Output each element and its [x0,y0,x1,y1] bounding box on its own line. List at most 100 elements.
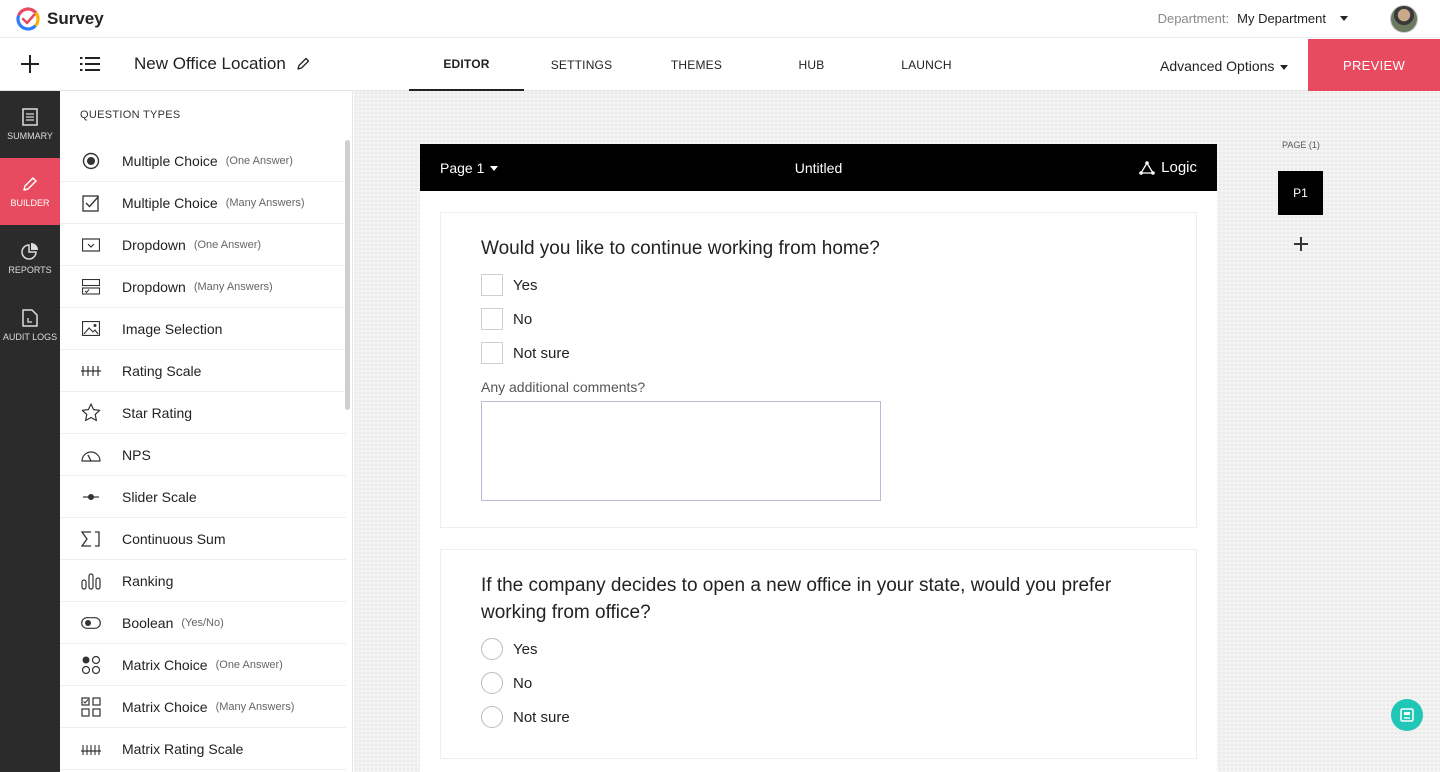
checkbox[interactable] [481,308,503,330]
chevron-down-icon [490,166,499,172]
rail-label: SUMMARY [7,131,53,141]
question-type-item[interactable]: Dropdown (One Answer) [60,224,346,266]
survey-page: Page 1 Untitled Logic Would you like to … [420,144,1217,772]
tab-themes[interactable]: THEMES [639,39,754,91]
question-type-item[interactable]: Matrix Choice (Many Answers) [60,686,346,728]
question-type-item[interactable]: NPS [60,434,346,476]
help-button[interactable] [1391,699,1423,731]
add-icon[interactable] [19,53,41,75]
radio-button[interactable] [481,638,503,660]
department-selector[interactable]: Department: My Department [1158,11,1348,26]
tab-launch[interactable]: LAUNCH [869,39,984,91]
comment-label: Any additional comments? [481,379,646,395]
advanced-options-dropdown[interactable]: Advanced Options [1160,58,1289,74]
question-type-sub: (Yes/No) [181,616,224,629]
question-card[interactable]: Would you like to continue working from … [440,212,1197,528]
rail-item-reports[interactable]: REPORTS [0,225,60,292]
logic-icon [1139,160,1155,175]
page-header: Page 1 Untitled Logic [420,144,1217,191]
app-logo-icon [16,7,40,31]
option-row[interactable]: Yes [481,268,1156,302]
question-type-item[interactable]: Rating Scale [60,350,346,392]
question-type-item[interactable]: Matrix Rating Scale [60,728,346,770]
tab-editor[interactable]: EDITOR [409,39,524,91]
question-type-item[interactable]: Star Rating [60,392,346,434]
rail-label: REPORTS [8,265,52,275]
app-name: Survey [47,9,104,28]
question-type-item[interactable]: Dropdown (Many Answers) [60,266,346,308]
question-type-item[interactable]: Continuous Sum [60,518,346,560]
chevron-down-icon [1280,64,1289,70]
edit-pencil-icon[interactable] [296,57,310,71]
radio-button[interactable] [481,706,503,728]
rail-label: BUILDER [10,198,50,208]
panel-scrollbar[interactable] [345,140,350,410]
question-types-panel: QUESTION TYPES Multiple Choice (One Answe… [60,91,353,772]
question-type-list: Multiple Choice (One Answer) Multiple Cho… [60,140,346,770]
page-title[interactable]: Untitled [420,160,1217,176]
option-row[interactable]: Not sure [481,336,1156,370]
tab-hub[interactable]: HUB [754,39,869,91]
ranking-bars-icon [80,570,102,592]
question-type-item[interactable]: Slider Scale [60,476,346,518]
tab-settings[interactable]: SETTINGS [524,39,639,91]
multi-dropdown-icon [80,276,102,298]
option-label: Not sure [513,708,570,726]
rail-item-builder[interactable]: BUILDER [0,158,60,225]
top-bar: Survey Department: My Department [0,0,1440,38]
matrix-rating-icon [80,738,102,760]
checkbox-checked-icon [80,192,102,214]
question-type-sub: (Many Answers) [193,280,273,293]
comment-textarea[interactable] [481,401,881,501]
app-brand[interactable]: Survey [16,7,104,31]
question-type-label: Dropdown [122,236,186,253]
question-type-item[interactable]: Image Selection [60,308,346,350]
question-type-label: Star Rating [122,404,193,421]
question-type-label: Ranking [122,572,174,589]
question-type-item[interactable]: Boolean (Yes/No) [60,602,346,644]
question-type-label: Multiple Choice [122,152,218,169]
question-text[interactable]: Would you like to continue working from … [481,235,1156,262]
checkbox[interactable] [481,274,503,296]
question-card[interactable]: If the company decides to open a new off… [440,549,1197,759]
pencil-icon [23,177,37,191]
question-type-sub: (One Answer) [215,658,283,671]
rail-item-summary[interactable]: SUMMARY [0,91,60,158]
list-icon[interactable] [80,56,100,72]
option-label: No [513,674,533,692]
option-row[interactable]: Not sure [481,700,1156,734]
page-thumbnail[interactable]: P1 [1278,171,1323,215]
rail-item-audit-logs[interactable]: AUDIT LOGS [0,292,60,359]
question-type-item[interactable]: Multiple Choice (Many Answers) [60,182,346,224]
rating-scale-icon [80,360,102,382]
page-selector[interactable]: Page 1 [440,159,499,176]
option-row[interactable]: Yes [481,632,1156,666]
option-row[interactable]: No [481,666,1156,700]
matrix-radio-icon [80,654,102,676]
dropdown-icon [80,234,102,256]
gauge-icon [80,444,102,466]
radio-button[interactable] [481,672,503,694]
question-type-item[interactable]: Matrix Choice (One Answer) [60,644,346,686]
option-row[interactable]: No [481,302,1156,336]
radio-selected-icon [80,150,102,172]
question-type-item[interactable]: Ranking [60,560,346,602]
page-selector-label: Page 1 [440,159,485,176]
question-text[interactable]: If the company decides to open a new off… [481,572,1156,626]
sigma-icon [80,528,102,550]
question-type-sub: (Many Answers) [215,700,295,713]
survey-title[interactable]: New Office Location [134,54,310,74]
question-type-label: Matrix Choice [122,698,208,715]
question-type-label: Matrix Choice [122,656,208,673]
checkbox[interactable] [481,342,503,364]
editor-tabs: EDITOR SETTINGS THEMES HUB LAUNCH [409,39,984,91]
avatar[interactable] [1390,5,1418,33]
question-type-label: NPS [122,446,151,463]
logic-label: Logic [1161,159,1197,176]
question-type-item[interactable]: Multiple Choice (One Answer) [60,140,346,182]
add-page-icon[interactable] [1293,236,1309,252]
survey-toolbar: New Office Location EDITOR SETTINGS THEM… [0,39,1440,91]
logic-button[interactable]: Logic [1139,159,1197,176]
preview-button[interactable]: PREVIEW [1308,39,1440,91]
page-count-label: PAGE (1) [1282,140,1320,150]
